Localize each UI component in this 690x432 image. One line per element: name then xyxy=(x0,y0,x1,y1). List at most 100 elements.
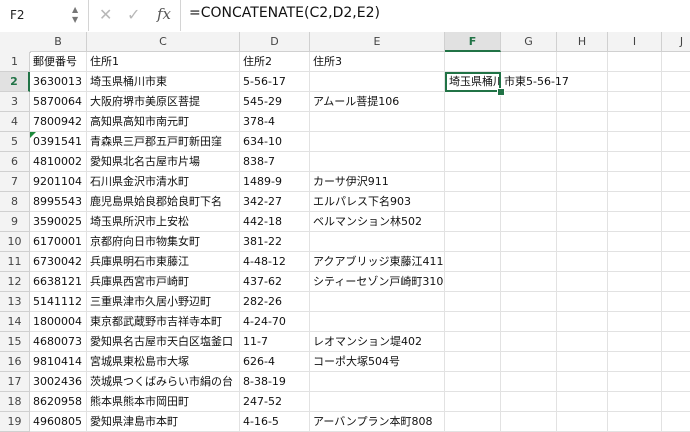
cell-f9[interactable] xyxy=(445,212,501,232)
cell-h11[interactable] xyxy=(557,252,608,272)
cell-d18[interactable]: 247-52 xyxy=(240,392,310,412)
cell-j2[interactable] xyxy=(662,72,690,92)
cell-i7[interactable] xyxy=(608,172,662,192)
row-header-6[interactable]: 6 xyxy=(0,152,30,172)
cell-h8[interactable] xyxy=(557,192,608,212)
cell-e19[interactable]: アーバンプラン本町808 xyxy=(310,412,445,432)
cell-i18[interactable] xyxy=(608,392,662,412)
cell-i1[interactable] xyxy=(608,52,662,72)
cell-h17[interactable] xyxy=(557,372,608,392)
cell-b17[interactable]: 3002436 xyxy=(30,372,87,392)
cell-d7[interactable]: 1489-9 xyxy=(240,172,310,192)
cell-f19[interactable] xyxy=(445,412,501,432)
cell-b3[interactable]: 5870064 xyxy=(30,92,87,112)
cell-f12[interactable] xyxy=(445,272,501,292)
cell-c14[interactable]: 東京都武蔵野市吉祥寺本町 xyxy=(87,312,240,332)
row-header-9[interactable]: 9 xyxy=(0,212,30,232)
cell-j1[interactable] xyxy=(662,52,690,72)
insert-function-icon[interactable]: fx xyxy=(157,5,171,23)
cell-g1[interactable] xyxy=(501,52,557,72)
column-header-d[interactable]: D xyxy=(240,32,310,52)
cell-d4[interactable]: 378-4 xyxy=(240,112,310,132)
cell-e1[interactable]: 住所3 xyxy=(310,52,445,72)
cell-j19[interactable] xyxy=(662,412,690,432)
cell-b18[interactable]: 8620958 xyxy=(30,392,87,412)
cell-c11[interactable]: 兵庫県明石市東藤江 xyxy=(87,252,240,272)
cell-c18[interactable]: 熊本県熊本市岡田町 xyxy=(87,392,240,412)
cell-j7[interactable] xyxy=(662,172,690,192)
row-header-18[interactable]: 18 xyxy=(0,392,30,412)
cell-j15[interactable] xyxy=(662,332,690,352)
cell-g14[interactable] xyxy=(501,312,557,332)
cell-g17[interactable] xyxy=(501,372,557,392)
cell-j10[interactable] xyxy=(662,232,690,252)
column-header-f[interactable]: F xyxy=(445,32,501,52)
cell-i14[interactable] xyxy=(608,312,662,332)
cell-g10[interactable] xyxy=(501,232,557,252)
column-header-i[interactable]: I xyxy=(608,32,662,52)
cell-g16[interactable] xyxy=(501,352,557,372)
chevron-down-icon[interactable]: ▼ xyxy=(72,16,78,24)
chevron-up-icon[interactable]: ▲ xyxy=(72,6,78,14)
cell-i15[interactable] xyxy=(608,332,662,352)
cell-f18[interactable] xyxy=(445,392,501,412)
cell-c19[interactable]: 愛知県津島市本町 xyxy=(87,412,240,432)
cell-h6[interactable] xyxy=(557,152,608,172)
cell-j4[interactable] xyxy=(662,112,690,132)
cell-b19[interactable]: 4960805 xyxy=(30,412,87,432)
confirm-icon[interactable]: ✓ xyxy=(127,6,140,24)
cell-e15[interactable]: レオマンション堤402 xyxy=(310,332,445,352)
cell-e9[interactable]: ベルマンション林502 xyxy=(310,212,445,232)
cell-f3[interactable] xyxy=(445,92,501,112)
cell-h10[interactable] xyxy=(557,232,608,252)
cell-i12[interactable] xyxy=(608,272,662,292)
formula-input[interactable]: =CONCATENATE(C2,D2,E2) xyxy=(189,5,380,21)
column-header-h[interactable]: H xyxy=(557,32,608,52)
cell-c12[interactable]: 兵庫県西宮市戸崎町 xyxy=(87,272,240,292)
cell-e16[interactable]: コーポ大塚504号 xyxy=(310,352,445,372)
row-header-12[interactable]: 12 xyxy=(0,272,30,292)
cell-g5[interactable] xyxy=(501,132,557,152)
fill-handle[interactable] xyxy=(497,88,505,96)
cell-g11[interactable] xyxy=(501,252,557,272)
cell-e2[interactable] xyxy=(310,72,445,92)
cell-f13[interactable] xyxy=(445,292,501,312)
row-header-1[interactable]: 1 xyxy=(0,52,30,72)
cell-h1[interactable] xyxy=(557,52,608,72)
row-header-8[interactable]: 8 xyxy=(0,192,30,212)
cell-h13[interactable] xyxy=(557,292,608,312)
cell-d10[interactable]: 381-22 xyxy=(240,232,310,252)
cell-j12[interactable] xyxy=(662,272,690,292)
cell-b4[interactable]: 7800942 xyxy=(30,112,87,132)
cell-i19[interactable] xyxy=(608,412,662,432)
cell-c17[interactable]: 茨城県つくばみらい市絹の台 xyxy=(87,372,240,392)
row-header-4[interactable]: 4 xyxy=(0,112,30,132)
row-header-19[interactable]: 19 xyxy=(0,412,30,432)
cell-j16[interactable] xyxy=(662,352,690,372)
cell-h3[interactable] xyxy=(557,92,608,112)
cell-c3[interactable]: 大阪府堺市美原区菩提 xyxy=(87,92,240,112)
cell-f8[interactable] xyxy=(445,192,501,212)
row-header-7[interactable]: 7 xyxy=(0,172,30,192)
cell-d13[interactable]: 282-26 xyxy=(240,292,310,312)
cell-j18[interactable] xyxy=(662,392,690,412)
cell-h4[interactable] xyxy=(557,112,608,132)
row-header-3[interactable]: 3 xyxy=(0,92,30,112)
cell-f7[interactable] xyxy=(445,172,501,192)
cell-e7[interactable]: カーサ伊沢911 xyxy=(310,172,445,192)
cell-d15[interactable]: 11-7 xyxy=(240,332,310,352)
cell-d2[interactable]: 5-56-17 xyxy=(240,72,310,92)
cell-c15[interactable]: 愛知県名古屋市天白区塩釜口 xyxy=(87,332,240,352)
select-all-corner[interactable] xyxy=(0,32,31,53)
cell-e18[interactable] xyxy=(310,392,445,412)
cell-b11[interactable]: 6730042 xyxy=(30,252,87,272)
row-header-10[interactable]: 10 xyxy=(0,232,30,252)
cell-c13[interactable]: 三重県津市久居小野辺町 xyxy=(87,292,240,312)
cell-c5[interactable]: 青森県三戸郡五戸町新田窪 xyxy=(87,132,240,152)
cell-i16[interactable] xyxy=(608,352,662,372)
cell-e17[interactable] xyxy=(310,372,445,392)
cell-i2[interactable] xyxy=(608,72,662,92)
cell-e11[interactable]: アクアブリッジ東藤江411 xyxy=(310,252,445,272)
column-header-c[interactable]: C xyxy=(87,32,240,52)
cell-f16[interactable] xyxy=(445,352,501,372)
